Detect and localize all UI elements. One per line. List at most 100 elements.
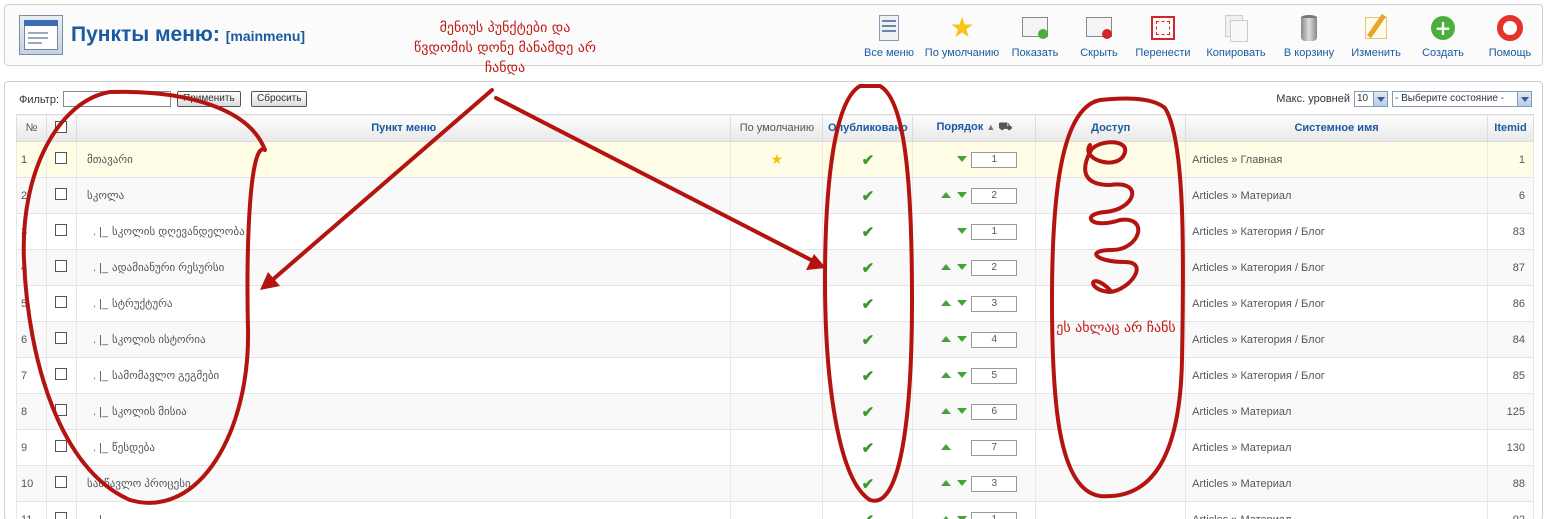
col-itemid[interactable]: Itemid: [1486, 114, 1535, 142]
filter-input[interactable]: [63, 91, 171, 107]
row-checkbox[interactable]: [55, 224, 68, 236]
menu-item-link[interactable]: სკოლა: [87, 190, 124, 202]
move-down-icon[interactable]: [957, 192, 968, 199]
row-order-cell: 7: [912, 429, 1037, 466]
move-down-icon[interactable]: [957, 408, 968, 415]
move-up-icon[interactable]: [941, 192, 952, 199]
row-published-cell: ✔: [822, 501, 914, 519]
toolbar: Все меню ★ По умолчанию Показать Скрыть Перен…: [854, 11, 1542, 65]
move-down-icon[interactable]: [957, 156, 968, 163]
menu-item-link[interactable]: სკოლის დღევანდელობა: [112, 226, 245, 238]
toolbar-button-move[interactable]: Перенести: [1131, 11, 1195, 65]
col-name[interactable]: Пункт меню: [75, 114, 732, 142]
row-check-cell: [45, 501, 77, 519]
toolbar-button-edit[interactable]: Изменить: [1344, 11, 1408, 65]
order-input[interactable]: 1: [971, 223, 1018, 240]
toolbar-button-unpublish[interactable]: Скрыть: [1070, 11, 1128, 65]
reset-filter-button[interactable]: Сбросить: [251, 91, 308, 107]
row-itemid: 125: [1486, 393, 1535, 430]
row-checkbox[interactable]: [55, 260, 68, 272]
order-input[interactable]: 3: [971, 295, 1018, 312]
move-up-icon[interactable]: [941, 444, 952, 451]
order-input[interactable]: 3: [971, 475, 1018, 492]
order-input[interactable]: 2: [971, 187, 1018, 204]
row-checkbox[interactable]: [55, 152, 68, 164]
menu-item-link[interactable]: სამომავლო გეგმები: [112, 370, 219, 382]
row-checkbox[interactable]: [55, 296, 68, 308]
menu-item-link[interactable]: სტრუქტურა: [112, 298, 172, 310]
move-down-icon[interactable]: [957, 228, 968, 235]
move-up-icon[interactable]: [941, 264, 952, 271]
toolbar-button-copy[interactable]: Копировать: [1198, 11, 1274, 65]
published-check-icon[interactable]: ✔: [862, 296, 875, 313]
col-order[interactable]: Порядок ▲ ⛟: [912, 114, 1037, 142]
menu-items-table: № Пункт меню По умолчанию Опубликовано П…: [16, 114, 1535, 519]
row-checkbox[interactable]: [55, 332, 68, 344]
state-select[interactable]: - Выберите состояние -: [1392, 91, 1532, 107]
row-order-cell: 1: [912, 213, 1037, 250]
col-type[interactable]: Системное имя: [1185, 114, 1488, 142]
toolbar-button-publish[interactable]: Показать: [1003, 11, 1067, 65]
max-levels-select[interactable]: 10: [1354, 91, 1388, 107]
row-checkbox[interactable]: [55, 368, 68, 380]
menu-item-link[interactable]: მთავარი: [87, 154, 133, 166]
published-check-icon[interactable]: ✔: [862, 404, 875, 421]
menu-item-link[interactable]: ადამიანური რესურსი: [112, 262, 224, 274]
row-default-cell: ★: [730, 141, 824, 178]
col-access[interactable]: Доступ: [1035, 114, 1187, 142]
menu-item-link[interactable]: წესდება: [112, 442, 155, 454]
toolbar-button-help[interactable]: Помощь: [1478, 11, 1542, 65]
move-down-icon[interactable]: [957, 336, 968, 343]
order-input[interactable]: 5: [971, 367, 1018, 384]
toolbar-button-menus[interactable]: Все меню: [857, 11, 921, 65]
row-checkbox[interactable]: [55, 404, 68, 416]
toolbar-button-star[interactable]: ★ По умолчанию: [924, 11, 1000, 65]
move-up-icon[interactable]: [941, 300, 952, 307]
order-input[interactable]: 2: [971, 259, 1018, 276]
menu-item-link[interactable]: სკოლის ისტორია: [112, 334, 206, 346]
order-input[interactable]: 1: [971, 511, 1018, 519]
row-checkbox[interactable]: [55, 476, 68, 488]
published-check-icon[interactable]: ✔: [862, 440, 875, 457]
toolbar-button-trash[interactable]: В корзину: [1277, 11, 1341, 65]
menu-item-link[interactable]: სასწავლო პროცესი: [87, 478, 191, 490]
select-all-checkbox[interactable]: [55, 120, 68, 133]
order-input[interactable]: 1: [971, 151, 1018, 168]
row-checkbox[interactable]: [55, 512, 68, 519]
order-input[interactable]: 4: [971, 331, 1018, 348]
order-input[interactable]: 7: [971, 439, 1018, 456]
published-check-icon[interactable]: ✔: [862, 152, 875, 169]
toolbar-button-new[interactable]: + Создать: [1411, 11, 1475, 65]
move-down-icon[interactable]: [957, 300, 968, 307]
save-order-icon[interactable]: ⛟: [998, 121, 1012, 133]
published-check-icon[interactable]: ✔: [862, 368, 875, 385]
col-published[interactable]: Опубликовано: [822, 114, 914, 142]
move-down-icon[interactable]: [957, 372, 968, 379]
row-check-cell: [45, 429, 77, 466]
table-row: 1 მთავარი ★ ✔ 1 Articles » Главная 1: [16, 141, 1535, 178]
annotation-note-top: მენიუს პუნქტები და წვდომის დონე მანამდე …: [414, 20, 596, 76]
published-check-icon[interactable]: ✔: [862, 224, 875, 241]
apply-filter-button[interactable]: Применить: [177, 91, 241, 107]
published-check-icon[interactable]: ✔: [862, 332, 875, 349]
published-check-icon[interactable]: ✔: [862, 512, 875, 519]
published-check-icon[interactable]: ✔: [862, 476, 875, 493]
row-checkbox[interactable]: [55, 440, 68, 452]
row-checkbox[interactable]: [55, 188, 68, 200]
move-up-icon[interactable]: [941, 372, 952, 379]
move-up-icon[interactable]: [941, 408, 952, 415]
move-up-icon[interactable]: [941, 480, 952, 487]
menu-item-link[interactable]: სკოლის მისია: [112, 406, 187, 418]
move-down-icon[interactable]: [957, 264, 968, 271]
published-check-icon[interactable]: ✔: [862, 260, 875, 277]
default-star-icon[interactable]: ★: [771, 151, 784, 167]
tree-indent: . |_: [92, 406, 109, 418]
row-default-cell: [730, 321, 824, 358]
row-num: 2: [16, 177, 47, 214]
move-down-icon[interactable]: [957, 480, 968, 487]
published-check-icon[interactable]: ✔: [862, 188, 875, 205]
order-input[interactable]: 6: [971, 403, 1018, 420]
table-row: 11 . |_ ✔ 1 Articles » Материал92: [16, 501, 1535, 519]
row-default-cell: [730, 249, 824, 286]
move-up-icon[interactable]: [941, 336, 952, 343]
